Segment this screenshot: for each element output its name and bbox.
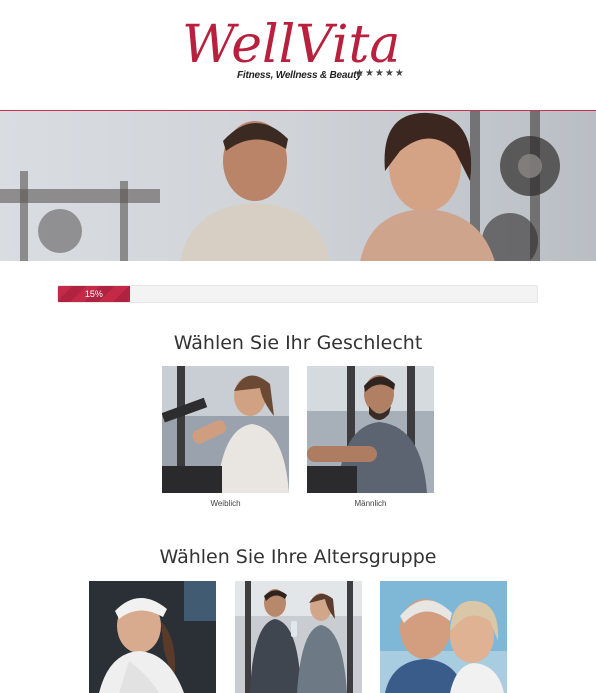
- logo-area: WellVita Fitness, Wellness & Beauty ★★★★…: [0, 0, 596, 110]
- logo-tagline: Fitness, Wellness & Beauty: [237, 70, 362, 81]
- age-section-title: Wählen Sie Ihre Altersgruppe: [159, 546, 437, 568]
- senior-couple-photo: [380, 581, 507, 693]
- progress-bar: 15%: [57, 285, 538, 303]
- gender-option-male[interactable]: Männlich: [307, 366, 434, 508]
- hero-banner: [0, 110, 596, 261]
- age-option-3[interactable]: [380, 581, 507, 693]
- couple-gym-photo: [235, 581, 362, 693]
- age-option-1[interactable]: [89, 581, 216, 693]
- logo-wordmark: WellVita: [182, 15, 400, 72]
- gym-couple-photo: [0, 111, 596, 261]
- wellvita-logo: WellVita: [182, 15, 400, 72]
- man-training-photo: [307, 366, 434, 493]
- woman-training-photo: [162, 366, 289, 493]
- progress-fill: 15%: [58, 286, 130, 302]
- gender-option-label: Männlich: [354, 499, 387, 508]
- young-woman-photo: [89, 581, 216, 693]
- gender-section-title: Wählen Sie Ihr Geschlecht: [173, 332, 423, 354]
- progress-label: 15%: [84, 289, 103, 299]
- gender-option-label: Weiblich: [210, 499, 241, 508]
- age-option-2[interactable]: [235, 581, 362, 693]
- gender-option-female[interactable]: Weiblich: [162, 366, 289, 508]
- rating-stars: ★★★★★: [355, 68, 405, 79]
